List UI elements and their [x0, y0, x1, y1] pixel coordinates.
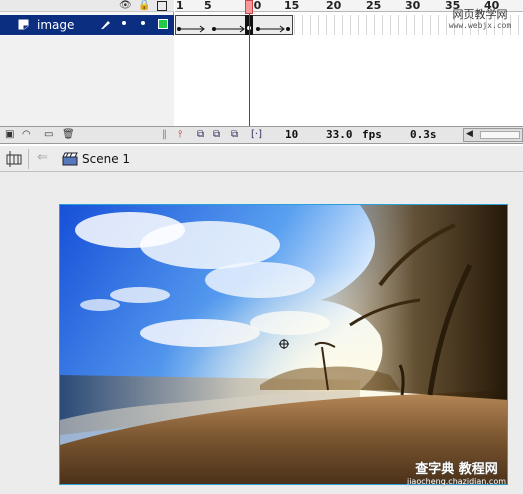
ruler-number: 1	[176, 0, 184, 12]
watermark-bottom-title: 查字典 教程网	[415, 462, 498, 477]
delete-layer-icon[interactable]: 🗑	[62, 129, 75, 140]
ruler-number: 5	[204, 0, 212, 12]
layer-color-swatch[interactable]	[158, 19, 168, 29]
fps-label: fps	[362, 128, 382, 141]
watermark-top: 网页教学网 www.webjx.com	[437, 8, 523, 31]
frame-rate-readout: 33.0	[326, 128, 353, 141]
lock-icon[interactable]: 🔒	[138, 0, 150, 11]
visibility-dot-icon[interactable]	[122, 21, 126, 25]
current-frame-readout: 10	[285, 128, 299, 141]
flash-editor-window: 👁 🔒 image 1 5 10 15 20 25 30 35 40 ▣ ◠ ▭…	[0, 0, 523, 494]
scrollbar-thumb[interactable]	[480, 131, 520, 139]
ruler-number: 20	[326, 0, 342, 12]
layers-panel: 👁 🔒 image	[0, 0, 174, 126]
timeline-status-bar: ▣ ◠ ▭ 🗑 ‖ ⫯ ⧉ ⧉ ⧉ [·] 10 33.0 fps 0.3s ◀	[0, 126, 523, 144]
ruler-number: 15	[284, 0, 300, 12]
scene-name-label[interactable]: Scene 1	[82, 152, 130, 166]
modify-onion-markers-icon[interactable]: [·]	[251, 129, 262, 140]
scroll-left-icon[interactable]: ◀	[466, 129, 473, 139]
onion-skin-icon[interactable]: ⧉	[197, 129, 204, 140]
edit-bar: ⇐ Scene 1	[0, 146, 523, 172]
show-timeline-icon[interactable]	[4, 149, 24, 169]
beach-photo-image[interactable]	[59, 204, 508, 485]
center-frame-icon[interactable]: ⫯	[178, 129, 182, 140]
back-arrow-icon[interactable]: ⇐	[37, 150, 48, 165]
watermark-bottom: 查字典 教程网 jiaocheng.chazidian.com	[390, 462, 523, 487]
playhead-handle[interactable]	[245, 0, 253, 14]
insert-folder-icon[interactable]: ▭	[44, 129, 53, 140]
layer-row-image[interactable]: image	[0, 15, 174, 35]
watermark-bottom-url: jiaocheng.chazidian.com	[406, 477, 507, 486]
layer-name-label: image	[37, 18, 75, 32]
playhead-line	[249, 14, 250, 126]
ruler-number: 30	[405, 0, 421, 12]
stage-area[interactable]	[0, 173, 523, 494]
elapsed-time-readout: 0.3s	[410, 128, 437, 141]
watermark-top-url: www.webjx.com	[448, 21, 512, 30]
layers-header: 👁 🔒	[0, 0, 174, 12]
layers-empty-area	[0, 36, 174, 126]
motion-tween-arrows	[177, 25, 290, 33]
onion-skin-outlines-icon[interactable]: ⧉	[213, 129, 220, 140]
scene-clapper-icon	[62, 152, 78, 166]
watermark-top-title: 网页教学网	[452, 8, 508, 21]
lock-dot-icon[interactable]	[141, 21, 145, 25]
layer-icon	[18, 19, 29, 30]
insert-layer-icon[interactable]: ▣	[5, 129, 14, 140]
outline-icon[interactable]	[157, 1, 167, 11]
timeline-scrollbar[interactable]: ◀	[463, 128, 523, 142]
toolbar-divider	[28, 149, 29, 169]
add-guide-layer-icon[interactable]: ◠	[22, 129, 31, 140]
pencil-icon	[101, 21, 110, 29]
eye-icon[interactable]: 👁	[119, 0, 132, 11]
tween-span[interactable]	[175, 15, 293, 35]
edit-multiple-frames-icon[interactable]: ⧉	[231, 129, 238, 140]
divider-grip-icon[interactable]: ‖	[162, 129, 167, 140]
beach-sunset-picture	[60, 205, 507, 484]
ruler-number: 25	[366, 0, 382, 12]
